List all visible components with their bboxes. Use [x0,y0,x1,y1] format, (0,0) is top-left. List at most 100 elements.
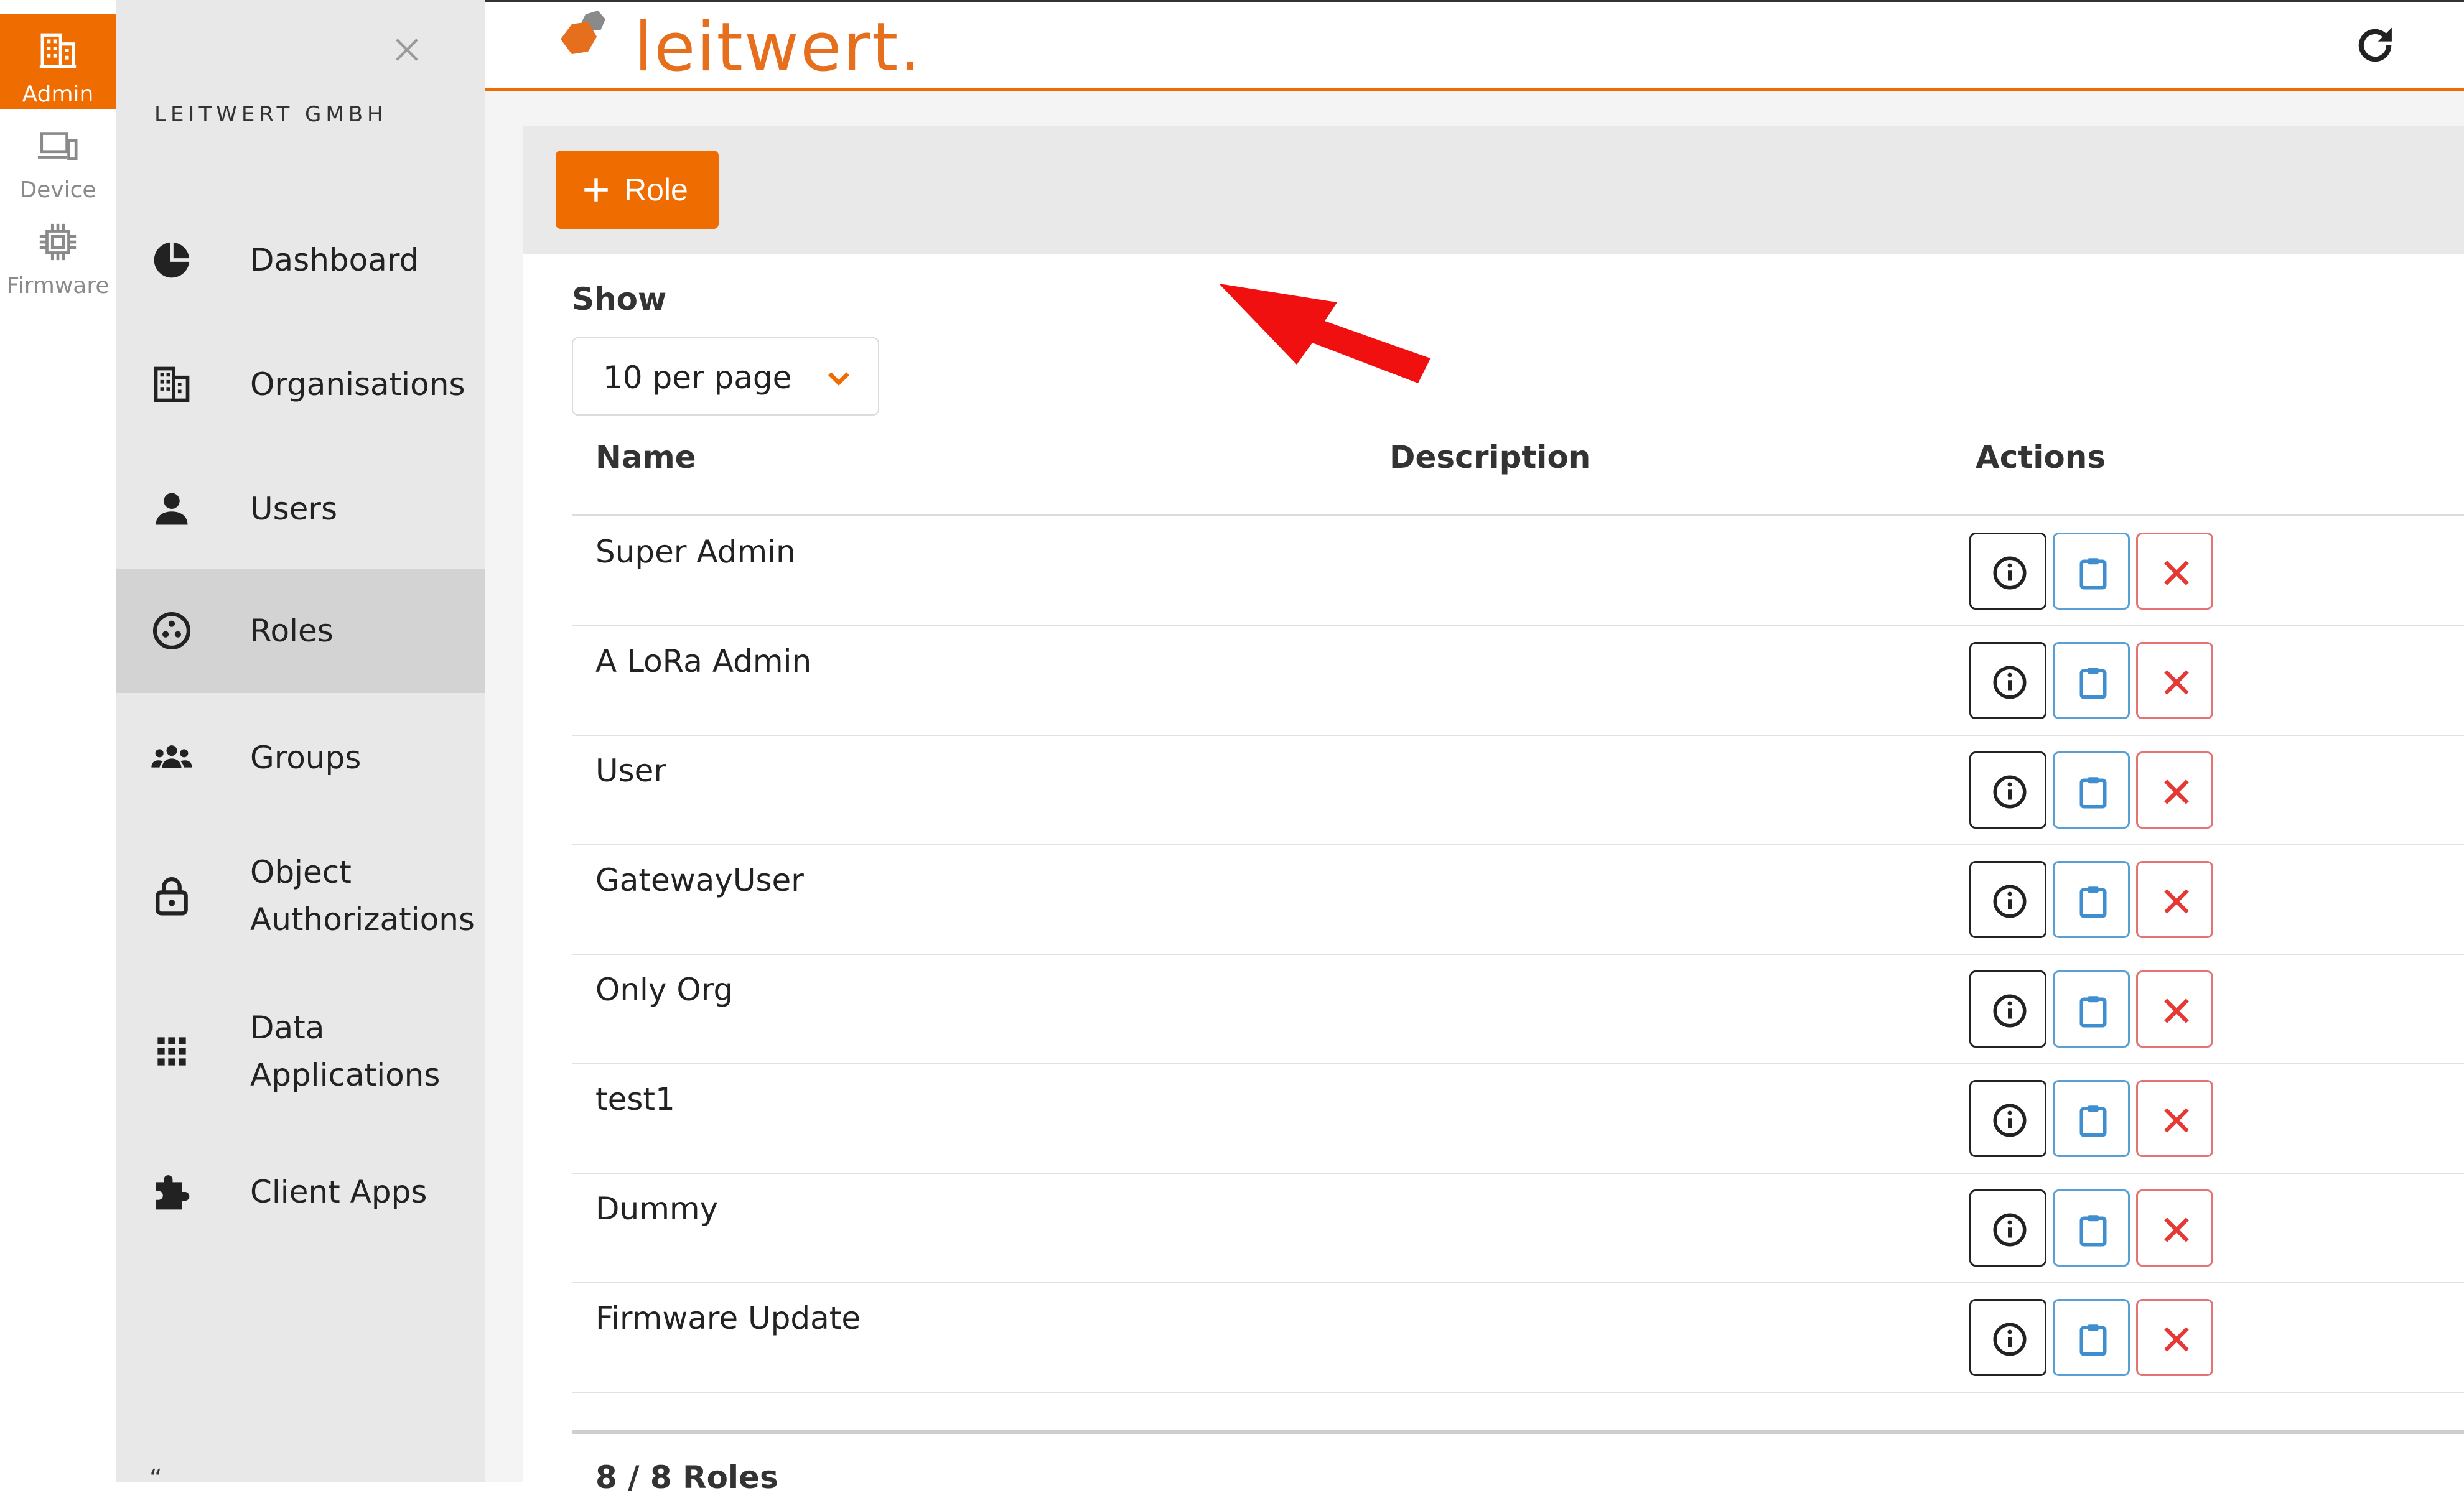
sidebar-item-label: Client Apps [250,1174,427,1210]
close-icon [2164,1217,2189,1242]
sidebar-footer-glyph: “ [149,1464,162,1493]
info-icon [1993,1104,2027,1137]
table-row: Dummy [572,1173,2464,1283]
table-footer-divider [572,1430,2464,1434]
rail-item-label: Admin [22,81,94,107]
sidebar-item-label: Data Applications [250,1010,441,1093]
copy-button[interactable] [2053,861,2130,938]
clipboard-icon [2079,1215,2107,1247]
delete-button[interactable] [2136,533,2213,610]
rail-item-firmware[interactable]: Firmware [0,205,116,301]
info-icon [1993,885,2027,918]
clipboard-icon [2079,1105,2107,1137]
clipboard-icon [2079,558,2107,590]
sidebar-item-label: Organisations [250,366,465,402]
table-row: Firmware Update [572,1283,2464,1393]
close-icon [2164,779,2189,804]
copy-button[interactable] [2053,642,2130,719]
info-button[interactable] [1969,1189,2046,1267]
per-page-value: 10 per page [603,360,792,396]
building-icon [36,29,80,72]
roles-icon [151,610,193,652]
close-icon [2164,1327,2189,1352]
column-header-actions: Actions [1976,439,2106,475]
delete-button[interactable] [2136,1299,2213,1376]
clipboard-icon [2079,777,2107,809]
table-row: Super Admin [572,516,2464,626]
roles-card: Role Show 10 per page Name Description A… [523,126,2464,1496]
clipboard-icon [2079,996,2107,1028]
sidebar-item-data-applications[interactable]: Data Applications [116,989,485,1114]
close-icon [2164,670,2189,695]
info-button[interactable] [1969,970,2046,1048]
sidebar-item-label: Object Authorizations [250,854,475,937]
clipboard-icon [2079,1324,2107,1356]
role-name: GatewayUser [595,862,804,898]
chip-icon [36,220,80,264]
role-name: A LoRa Admin [595,643,812,679]
add-role-button[interactable]: Role [556,151,719,229]
copy-button[interactable] [2053,533,2130,610]
role-name: Dummy [595,1191,719,1227]
sidebar-item-users[interactable]: Users [116,447,485,571]
app-rail: Admin Device Firmware [0,0,116,1482]
delete-button[interactable] [2136,642,2213,719]
table-row: test1 [572,1064,2464,1174]
rail-item-device[interactable]: Device [0,109,116,205]
table-row: A LoRa Admin [572,626,2464,736]
column-header-name: Name [595,439,696,475]
sidebar-item-organisations[interactable]: Organisations [116,322,485,447]
delete-button[interactable] [2136,751,2213,829]
add-role-label: Role [624,172,688,207]
delete-button[interactable] [2136,970,2213,1048]
sidebar: LEITWERT GMBH Dashboard Organisations Us… [116,0,485,1493]
role-name: test1 [595,1081,675,1117]
copy-button[interactable] [2053,970,2130,1048]
table-row: Only Org [572,954,2464,1064]
sidebar-item-label: Users [250,491,338,527]
chevron-down-icon [823,362,854,393]
info-button[interactable] [1969,642,2046,719]
user-icon [151,488,193,530]
info-button[interactable] [1969,751,2046,829]
building-icon [151,363,193,406]
copy-button[interactable] [2053,1299,2130,1376]
per-page-select[interactable]: 10 per page [572,337,879,416]
show-label: Show [572,281,667,317]
main-content: Role Show 10 per page Name Description A… [485,91,2464,1496]
sidebar-item-roles[interactable]: Roles [116,569,485,693]
sidebar-item-label: Roles [250,613,334,649]
info-button[interactable] [1969,1080,2046,1157]
info-icon [1993,666,2027,699]
sidebar-item-object-authorizations[interactable]: Object Authorizations [116,834,485,958]
info-icon [1993,775,2027,809]
role-name: Only Org [595,972,734,1008]
copy-button[interactable] [2053,1080,2130,1157]
copy-button[interactable] [2053,1189,2130,1267]
roles-count: 8 / 8 Roles [595,1459,778,1496]
sidebar-item-client-apps[interactable]: Client Apps [116,1130,485,1254]
delete-button[interactable] [2136,1080,2213,1157]
clipboard-icon [2079,886,2107,918]
sidebar-item-label: Groups [250,740,362,776]
info-button[interactable] [1969,1299,2046,1376]
info-icon [1993,1323,2027,1356]
organisation-name: LEITWERT GMBH [154,102,388,127]
rail-item-admin[interactable]: Admin [0,14,116,109]
delete-button[interactable] [2136,1189,2213,1267]
info-icon [1993,994,2027,1028]
copy-button[interactable] [2053,751,2130,829]
info-button[interactable] [1969,533,2046,610]
role-name: Super Admin [595,534,796,570]
close-icon[interactable] [390,32,424,67]
delete-button[interactable] [2136,861,2213,938]
info-button[interactable] [1969,861,2046,938]
leitwert-logo-icon [547,9,646,84]
sidebar-item-dashboard[interactable]: Dashboard [116,198,485,322]
refresh-icon[interactable] [2351,22,2399,69]
sidebar-item-groups[interactable]: Groups [116,696,485,820]
group-icon [151,737,193,779]
close-icon [2164,889,2189,914]
top-header: leitwert. [485,0,2464,91]
info-icon [1993,556,2027,590]
